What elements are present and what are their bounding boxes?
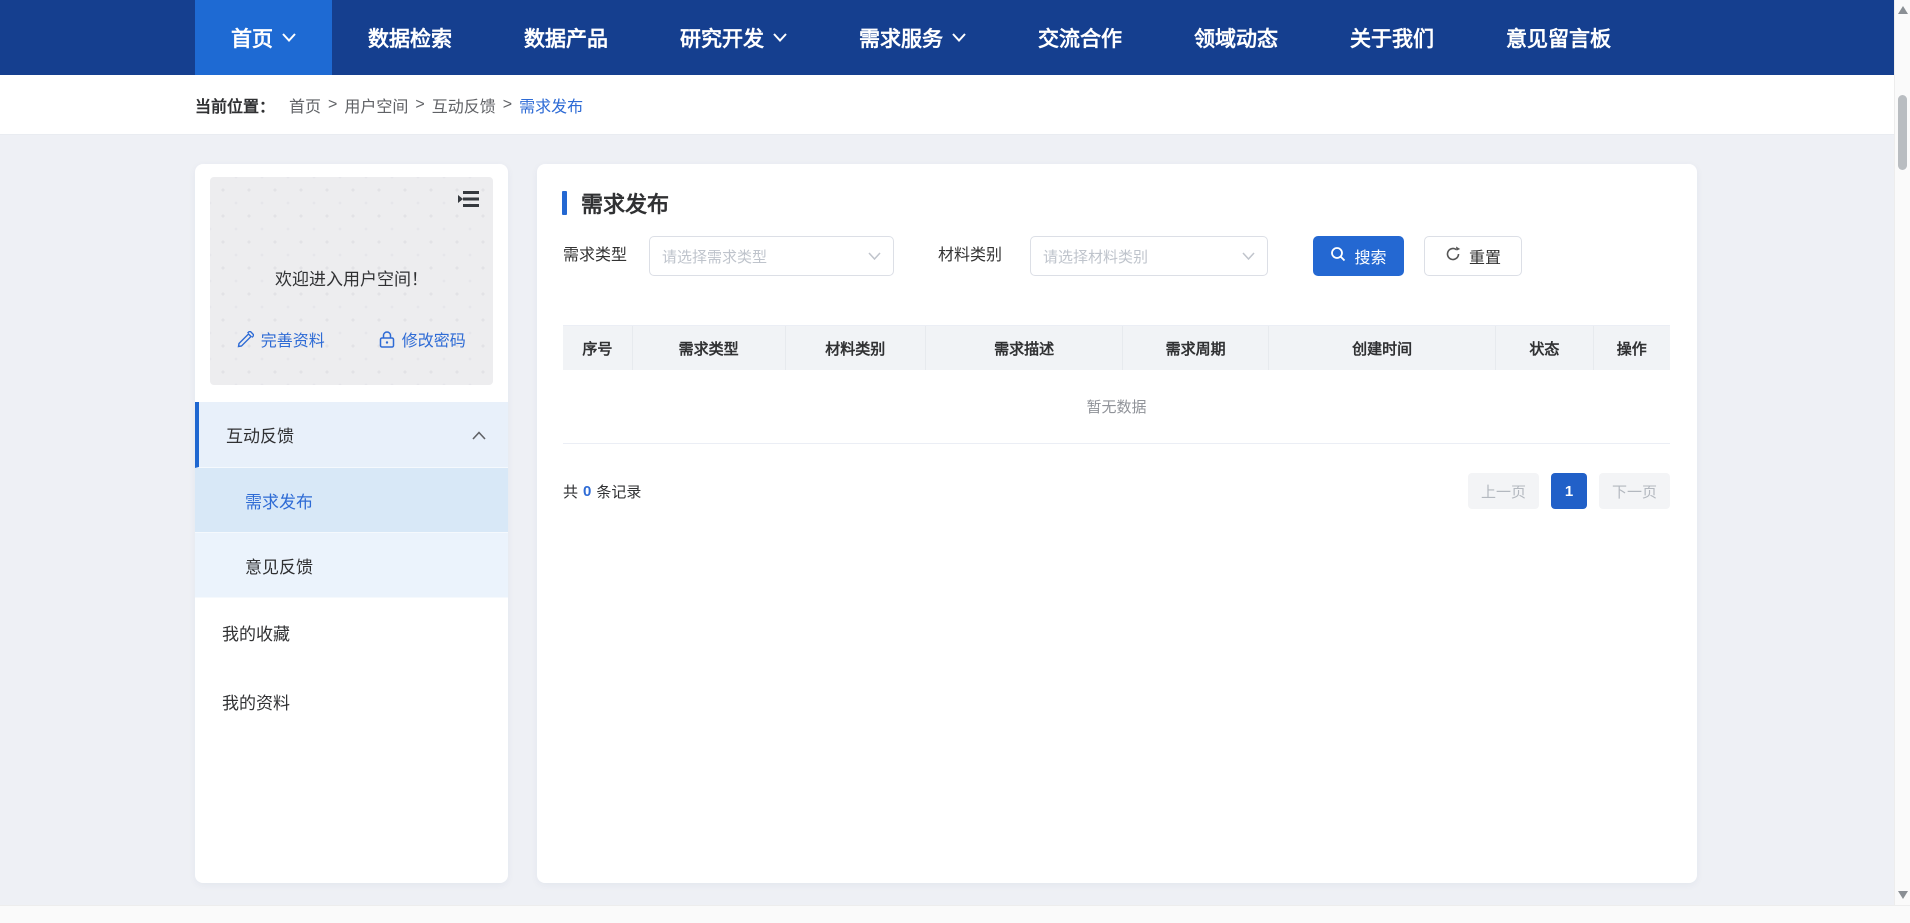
sidebar-item-my-profile[interactable]: 我的资料 — [195, 667, 508, 736]
nav-item-research[interactable]: 研究开发 — [644, 0, 823, 75]
column-header-demand-type: 需求类型 — [633, 326, 786, 370]
breadcrumb-user-space[interactable]: 用户空间 — [344, 93, 408, 117]
sidebar-item-label: 我的收藏 — [222, 620, 290, 645]
column-header-status: 状态 — [1496, 326, 1593, 370]
nav-item-label: 研究开发 — [680, 23, 764, 53]
sidebar-item-label: 意见反馈 — [245, 553, 313, 578]
vertical-scrollbar[interactable] — [1894, 0, 1910, 905]
breadcrumb-feedback[interactable]: 互动反馈 — [432, 93, 496, 117]
horizontal-scrollbar[interactable] — [0, 905, 1910, 923]
nav-item-data-products[interactable]: 数据产品 — [488, 0, 644, 75]
material-type-select[interactable]: 请选择材料类别 — [1030, 236, 1268, 276]
breadcrumb-current[interactable]: 需求发布 — [519, 93, 583, 117]
nav-item-label: 需求服务 — [859, 23, 943, 53]
nav-item-label: 意见留言板 — [1506, 23, 1611, 53]
table-header: 序号 需求类型 材料类别 需求描述 需求周期 创建时间 状态 操作 — [563, 326, 1670, 370]
search-button-label: 搜索 — [1354, 244, 1386, 268]
quick-links: 完善资料 修改密码 — [210, 327, 493, 351]
breadcrumb-separator: > — [503, 96, 512, 114]
filter-row: 需求类型 请选择需求类型 材料类别 请选择材料类别 搜索 重置 — [537, 236, 1697, 276]
welcome-panel: 欢迎进入用户空间！ 完善资料 修改密码 — [210, 177, 493, 385]
material-type-label: 材料类别 — [938, 236, 1002, 276]
welcome-text: 欢迎进入用户空间！ — [210, 265, 493, 290]
change-password-link[interactable]: 修改密码 — [352, 327, 494, 351]
column-header-created: 创建时间 — [1269, 326, 1496, 370]
nav-item-label: 领域动态 — [1194, 23, 1278, 53]
chevron-down-icon — [773, 33, 787, 42]
search-button[interactable]: 搜索 — [1313, 236, 1404, 276]
vertical-scrollbar-thumb[interactable] — [1898, 95, 1907, 170]
chevron-down-icon — [868, 247, 881, 265]
page-number-1[interactable]: 1 — [1551, 473, 1587, 509]
select-placeholder: 请选择材料类别 — [1043, 246, 1148, 267]
select-placeholder: 请选择需求类型 — [662, 246, 767, 267]
scrollbar-up-icon[interactable] — [1898, 6, 1908, 14]
breadcrumb-separator: > — [328, 96, 337, 114]
breadcrumb-prefix: 当前位置： — [195, 93, 275, 117]
demand-type-label: 需求类型 — [563, 236, 627, 276]
search-icon — [1330, 246, 1346, 267]
breadcrumb-separator: > — [415, 96, 424, 114]
page-title: 需求发布 — [581, 187, 669, 219]
sidebar-item-label: 需求发布 — [245, 488, 313, 513]
refresh-icon — [1445, 246, 1461, 267]
nav-item-cooperation[interactable]: 交流合作 — [1002, 0, 1158, 75]
collapse-menu-icon[interactable] — [457, 187, 481, 211]
sidebar-item-interactive-feedback[interactable]: 互动反馈 — [195, 402, 508, 468]
nav-item-label: 数据产品 — [524, 23, 608, 53]
sidebar-item-demand-publish[interactable]: 需求发布 — [195, 468, 508, 533]
reset-button-label: 重置 — [1469, 244, 1501, 268]
chevron-up-icon — [472, 425, 486, 445]
top-nav: 首页 数据检索 数据产品 研究开发 需求服务 交流合作 领域动态 关于我们 意见… — [0, 0, 1894, 75]
sidebar-item-my-favorites[interactable]: 我的收藏 — [195, 598, 508, 667]
table-footer: 共 0 条记录 上一页 1 下一页 — [563, 472, 1670, 510]
breadcrumb-home[interactable]: 首页 — [289, 93, 321, 117]
sidebar: 欢迎进入用户空间！ 完善资料 修改密码 互动反馈 需求发布 — [195, 164, 508, 883]
nav-item-home[interactable]: 首页 — [195, 0, 332, 75]
breadcrumb: 当前位置： 首页 > 用户空间 > 互动反馈 > 需求发布 — [0, 75, 1894, 135]
record-count: 共 0 条记录 — [563, 481, 641, 502]
chevron-down-icon — [282, 33, 296, 42]
record-count-number: 0 — [583, 483, 591, 500]
column-header-material-type: 材料类别 — [786, 326, 927, 370]
complete-profile-link[interactable]: 完善资料 — [210, 327, 352, 351]
nav-item-about-us[interactable]: 关于我们 — [1314, 0, 1470, 75]
sidebar-item-label: 互动反馈 — [226, 422, 294, 447]
section-title: 需求发布 — [562, 187, 669, 219]
nav-item-label: 数据检索 — [368, 23, 452, 53]
record-count-prefix: 共 — [563, 481, 578, 502]
title-accent-bar — [562, 191, 567, 215]
nav-item-label: 关于我们 — [1350, 23, 1434, 53]
column-header-actions: 操作 — [1594, 326, 1670, 370]
lock-icon — [379, 331, 395, 348]
sidebar-item-label: 我的资料 — [222, 689, 290, 714]
demand-type-select[interactable]: 请选择需求类型 — [649, 236, 894, 276]
reset-button[interactable]: 重置 — [1424, 236, 1522, 276]
record-count-suffix: 条记录 — [596, 481, 641, 502]
sidebar-item-opinion-feedback[interactable]: 意见反馈 — [195, 533, 508, 598]
scrollbar-down-icon[interactable] — [1898, 891, 1908, 899]
nav-item-data-search[interactable]: 数据检索 — [332, 0, 488, 75]
prev-page-button[interactable]: 上一页 — [1468, 473, 1539, 509]
quick-link-label: 完善资料 — [261, 327, 325, 351]
edit-icon — [237, 331, 254, 348]
sidebar-menu: 互动反馈 需求发布 意见反馈 我的收藏 我的资料 — [195, 402, 508, 736]
quick-link-label: 修改密码 — [402, 327, 466, 351]
demand-table: 序号 需求类型 材料类别 需求描述 需求周期 创建时间 状态 操作 暂无数据 — [563, 325, 1670, 444]
chevron-down-icon — [1242, 247, 1255, 265]
nav-item-label: 交流合作 — [1038, 23, 1122, 53]
column-header-description: 需求描述 — [926, 326, 1123, 370]
chevron-down-icon — [952, 33, 966, 42]
next-page-button[interactable]: 下一页 — [1599, 473, 1670, 509]
nav-item-label: 首页 — [231, 23, 273, 53]
main-panel: 需求发布 需求类型 请选择需求类型 材料类别 请选择材料类别 搜索 — [537, 164, 1697, 883]
nav-item-demand-service[interactable]: 需求服务 — [823, 0, 1002, 75]
column-header-period: 需求周期 — [1123, 326, 1269, 370]
pagination: 上一页 1 下一页 — [1468, 473, 1670, 509]
table-empty-state: 暂无数据 — [563, 370, 1670, 444]
column-header-index: 序号 — [563, 326, 633, 370]
nav-item-field-news[interactable]: 领域动态 — [1158, 0, 1314, 75]
nav-item-message-board[interactable]: 意见留言板 — [1470, 0, 1647, 75]
